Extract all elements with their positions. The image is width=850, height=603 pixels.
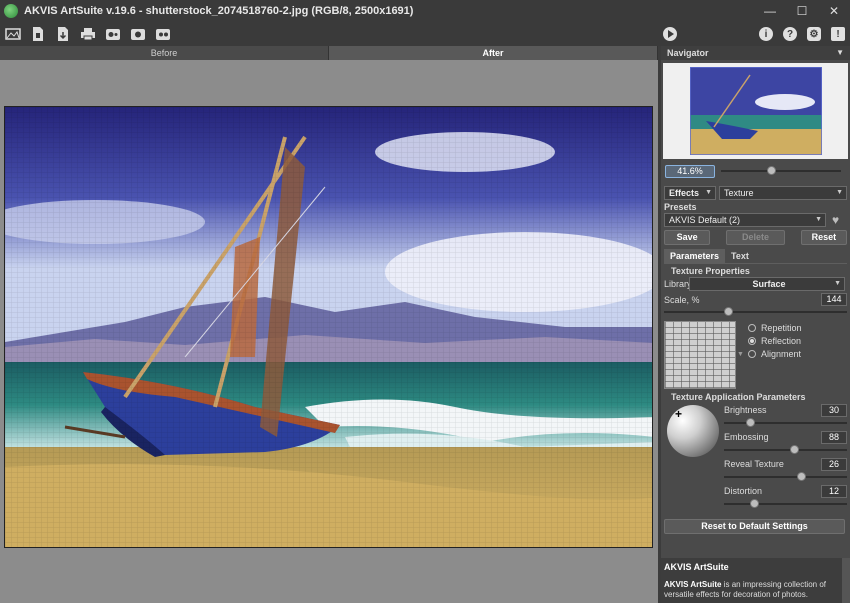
info-text: AKVIS ArtSuite is an impressing collecti…	[664, 580, 847, 600]
presets-title: Presets	[664, 202, 697, 212]
delete-preset-button[interactable]: Delete	[726, 230, 785, 245]
info-title: AKVIS ArtSuite	[664, 562, 729, 572]
info-brand: AKVIS ArtSuite	[664, 580, 722, 589]
navigator-header[interactable]: Navigator ▼	[661, 46, 850, 60]
brightness-slider-knob[interactable]	[746, 418, 755, 427]
distortion-slider-knob[interactable]	[750, 499, 759, 508]
navigator-preview[interactable]	[663, 63, 848, 159]
chevron-down-icon: ▼	[815, 216, 822, 223]
info-panel: AKVIS ArtSuite AKVIS ArtSuite is an impr…	[661, 558, 850, 603]
title-bar: AKVIS ArtSuite v.19.6 - shutterstock_207…	[0, 0, 850, 22]
radio-dot	[747, 349, 756, 358]
canvas-area: Before After	[0, 46, 658, 603]
distortion-label: Distortion	[724, 486, 763, 496]
chevron-down-icon[interactable]: ▼	[737, 351, 744, 358]
scale-slider[interactable]	[664, 306, 847, 318]
save-file-icon[interactable]	[29, 25, 47, 43]
tab-before[interactable]: Before	[0, 46, 329, 60]
texture-swatch[interactable]	[664, 321, 736, 389]
reveal-texture-slider-knob[interactable]	[797, 472, 806, 481]
radio-alignment[interactable]: Alignment	[747, 347, 802, 360]
tab-parameters[interactable]: Parameters	[664, 249, 726, 263]
scale-field[interactable]: 144	[821, 293, 847, 306]
app-logo-icon	[4, 4, 18, 18]
distortion-slider[interactable]	[724, 498, 847, 510]
radio-dot	[747, 323, 756, 332]
distortion-field[interactable]: 12	[821, 484, 847, 498]
crosshair-icon: +	[675, 407, 683, 421]
zoom-field[interactable]: 41.6%	[665, 164, 715, 178]
texture-properties-title: Texture Properties	[661, 266, 850, 276]
scale-label: Scale, %	[664, 294, 700, 305]
library-value: Surface	[752, 279, 786, 289]
info-icon[interactable]: i	[759, 27, 773, 41]
embossing-slider-knob[interactable]	[790, 445, 799, 454]
brightness-field[interactable]: 30	[821, 403, 847, 417]
gear-icon[interactable]: ⚙	[807, 27, 821, 41]
radio-label: Alignment	[760, 348, 801, 359]
minimize-button[interactable]: —	[754, 0, 786, 22]
settings-tabs: Parameters Text	[664, 249, 847, 263]
window-title: AKVIS ArtSuite v.19.6 - shutterstock_207…	[24, 5, 414, 17]
presets-dropdown[interactable]: AKVIS Default (2) ▼	[664, 213, 826, 227]
toolbar: i ? ⚙ !	[0, 22, 850, 46]
radio-label: Reflection	[760, 335, 801, 346]
tab-after[interactable]: After	[329, 46, 658, 60]
embossing-label: Embossing	[724, 432, 769, 442]
chevron-down-icon[interactable]: ▼	[836, 46, 844, 60]
print-icon[interactable]	[79, 25, 97, 43]
effects-label: Effects	[669, 188, 700, 198]
settings-panel: Navigator ▼ 41.6% Effects ▼ Texture ▼ Pr…	[661, 46, 850, 603]
image-viewport[interactable]	[0, 60, 658, 603]
radio-label: Repetition	[760, 322, 802, 333]
export-file-icon[interactable]	[54, 25, 72, 43]
light-direction-sphere[interactable]: +	[667, 405, 719, 457]
effect-type-dropdown[interactable]: Texture ▼	[719, 186, 847, 200]
embossing-field[interactable]: 88	[821, 430, 847, 444]
reveal-texture-label: Reveal Texture	[724, 459, 784, 469]
brightness-slider[interactable]	[724, 417, 847, 429]
tab-text[interactable]: Text	[725, 249, 755, 263]
save-preset-button[interactable]: Save	[664, 230, 711, 245]
help-icon[interactable]: ?	[783, 27, 797, 41]
embossing-slider[interactable]	[724, 444, 847, 456]
chevron-down-icon: ▼	[834, 280, 841, 287]
reset-preset-button[interactable]: Reset	[800, 230, 847, 245]
plugin-settings-icon[interactable]	[154, 25, 172, 43]
radio-dot	[747, 336, 756, 345]
maximize-button[interactable]: ☐	[786, 0, 818, 22]
radio-repetition[interactable]: Repetition	[747, 321, 802, 334]
load-preset-icon[interactable]	[129, 25, 147, 43]
library-dropdown[interactable]: Surface ▼	[689, 277, 845, 291]
scale-slider-knob[interactable]	[724, 307, 733, 316]
close-button[interactable]: ✕	[818, 0, 850, 22]
chevron-down-icon: ▼	[705, 189, 712, 196]
application-params-title: Texture Application Parameters	[661, 392, 850, 402]
batch-settings-icon[interactable]	[104, 25, 122, 43]
run-processing-icon[interactable]	[663, 27, 677, 41]
info-scrollbar[interactable]	[842, 558, 850, 603]
presets-value: AKVIS Default (2)	[669, 215, 741, 225]
effect-type-value: Texture	[724, 188, 754, 198]
processed-image[interactable]	[4, 106, 653, 548]
library-label: Library	[664, 279, 692, 289]
open-image-icon[interactable]	[4, 25, 22, 43]
zoom-slider[interactable]	[721, 165, 841, 177]
reveal-texture-field[interactable]: 26	[821, 457, 847, 471]
zoom-slider-knob[interactable]	[767, 166, 776, 175]
brightness-label: Brightness	[724, 405, 767, 415]
reveal-texture-slider[interactable]	[724, 471, 847, 483]
navigator-title: Navigator	[667, 48, 709, 58]
radio-reflection[interactable]: Reflection	[747, 334, 802, 347]
effects-dropdown[interactable]: Effects ▼	[664, 186, 716, 200]
notifications-icon[interactable]: !	[831, 27, 845, 41]
chevron-down-icon: ▼	[836, 189, 843, 196]
favorite-heart-icon[interactable]: ♥	[832, 213, 839, 227]
